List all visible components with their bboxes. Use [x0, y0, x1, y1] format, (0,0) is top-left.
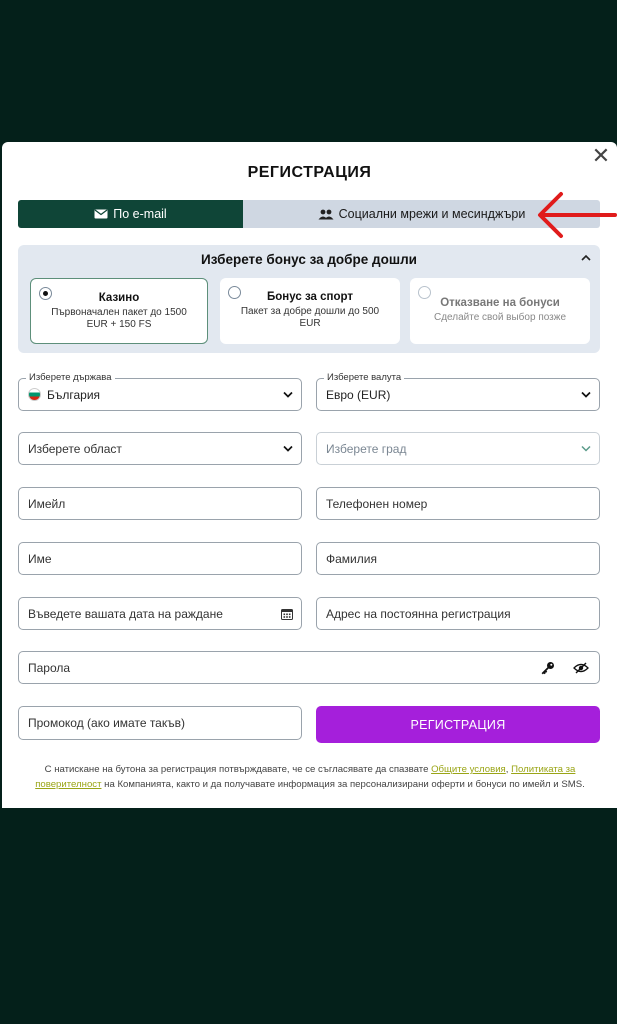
region-select[interactable]: Изберете област: [18, 432, 302, 465]
country-value: България: [47, 387, 101, 402]
chevron-down-icon: [283, 445, 293, 452]
terms-text-part: на Компанията, както и да получавате инф…: [101, 779, 585, 790]
close-icon[interactable]: ✕: [591, 145, 611, 167]
chevron-up-icon[interactable]: [581, 254, 591, 261]
eye-slash-icon[interactable]: [573, 662, 589, 674]
address-field[interactable]: Адрес на постоянна регистрация: [316, 597, 600, 630]
email-placeholder: Имейл: [28, 496, 66, 511]
bonus-option-refuse[interactable]: Отказване на бонуси Сделайте свой выбор …: [410, 278, 590, 344]
bonus-heading: Изберете бонус за добре дошли: [201, 252, 417, 267]
key-icon[interactable]: [541, 661, 555, 675]
phone-field[interactable]: Телефонен номер: [316, 487, 600, 520]
bonus-option-casino[interactable]: Казино Първоначален пакет до 1500 EUR + …: [30, 278, 208, 344]
currency-value: Евро (EUR): [326, 387, 391, 402]
users-icon: [318, 209, 334, 219]
region-placeholder: Изберете област: [28, 441, 122, 456]
city-select[interactable]: Изберете град: [316, 432, 600, 465]
country-legend: Изберете държава: [26, 372, 115, 383]
promo-code-placeholder: Промокод (ако имате такъв): [28, 716, 185, 730]
bonus-option-desc: Сделайте свой выбор позже: [433, 312, 567, 323]
currency-select[interactable]: Изберете валута Евро (EUR): [316, 372, 600, 411]
envelope-icon: [94, 209, 108, 219]
tab-email-label: По e-mail: [113, 207, 167, 221]
password-placeholder: Парола: [28, 660, 71, 675]
terms-text-part: С натискане на бутона за регистрация пот…: [44, 764, 432, 775]
birthdate-field[interactable]: Въведете вашата дата на раждане: [18, 597, 302, 630]
radio-selected[interactable]: [39, 287, 52, 300]
register-button[interactable]: РЕГИСТРАЦИЯ: [316, 706, 600, 743]
address-placeholder: Адрес на постоянна регистрация: [326, 606, 511, 621]
chevron-down-icon: [283, 391, 293, 398]
first-name-field[interactable]: Име: [18, 542, 302, 575]
annotation-arrow-icon: [538, 192, 617, 238]
email-field[interactable]: Имейл: [18, 487, 302, 520]
bonus-option-desc: Първоначален пакет до 1500 EUR + 150 FS: [51, 307, 187, 330]
bonus-option-title: Бонус за спорт: [267, 291, 353, 303]
registration-tabs: По e-mail Социални мрежи и месинджъри: [18, 200, 600, 228]
bonus-option-desc: Пакет за добре дошли до 500 EUR: [240, 306, 380, 329]
country-select[interactable]: Изберете държава България: [18, 372, 302, 411]
tab-social-label: Социални мрежи и месинджъри: [338, 207, 526, 221]
chevron-down-icon: [581, 391, 591, 398]
radio-unselected[interactable]: [228, 286, 241, 299]
bonus-option-title: Казино: [98, 292, 140, 304]
password-field[interactable]: Парола: [18, 651, 600, 684]
first-name-placeholder: Име: [28, 551, 52, 566]
bulgaria-flag-icon: [28, 388, 41, 401]
last-name-field[interactable]: Фамилия: [316, 542, 600, 575]
phone-placeholder: Телефонен номер: [326, 496, 428, 511]
promo-code-field[interactable]: Промокод (ако имате такъв): [18, 706, 302, 740]
city-placeholder: Изберете град: [326, 441, 407, 456]
registration-modal: ✕ РЕГИСТРАЦИЯ По e-mail Социални мрежи и…: [2, 142, 617, 808]
modal-title: РЕГИСТРАЦИЯ: [247, 164, 372, 181]
bonus-option-sport[interactable]: Бонус за спорт Пакет за добре дошли до 5…: [220, 278, 400, 344]
birthdate-placeholder: Въведете вашата дата на раждане: [28, 606, 223, 621]
currency-legend: Изберете валута: [324, 372, 405, 383]
bonus-option-title: Отказване на бонуси: [440, 297, 560, 309]
tab-email[interactable]: По e-mail: [18, 200, 243, 228]
calendar-icon[interactable]: [281, 608, 293, 620]
radio-unselected[interactable]: [418, 286, 431, 299]
chevron-down-icon: [581, 445, 591, 452]
bonus-panel: Изберете бонус за добре дошли Казино Пър…: [18, 245, 600, 353]
terms-text: С натискане на бутона за регистрация пот…: [20, 762, 600, 792]
last-name-placeholder: Фамилия: [326, 551, 377, 566]
terms-link[interactable]: Общите условия: [431, 764, 506, 775]
